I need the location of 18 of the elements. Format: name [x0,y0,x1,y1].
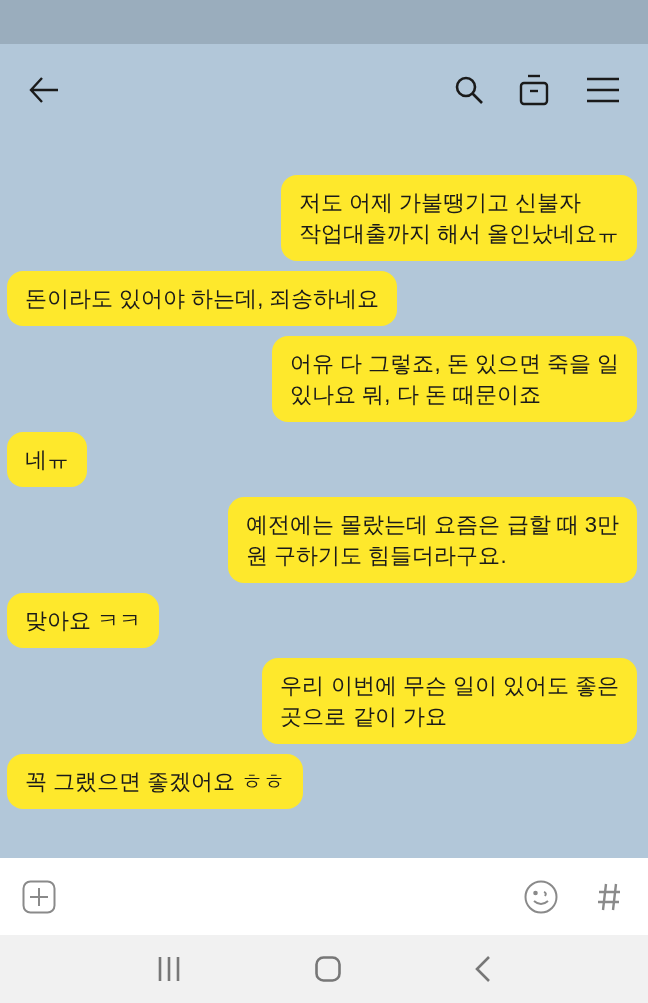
hashtag-icon[interactable] [596,881,622,912]
recent-apps-icon[interactable] [157,956,181,982]
message-bubble: 저도 어제 가불땡기고 신불자 작업대출까지 해서 올인났네요ㅠ [280,175,637,261]
emoji-icon[interactable] [524,879,558,914]
message-bubble: 어유 다 그렇죠, 돈 있으면 죽을 일 있나요 뭐, 다 돈 때문이죠 [272,336,637,422]
message-bubble: 돈이라도 있어야 하는데, 죄송하네요 [7,271,398,326]
message-bubble: 우리 이번에 무슨 일이 있어도 좋은 곳으로 같이 가요 [262,658,637,744]
message-bubble: 예전에는 몰랐는데 요즘은 급할 때 3만 원 구하기도 힘들더라구요. [228,497,637,583]
message-bubble: 꼭 그랬으면 좋겠어요 ㅎㅎ [7,754,304,809]
message-bubble: 네ㅠ [7,432,87,487]
drawer-icon[interactable] [518,73,550,106]
back-icon[interactable] [28,75,60,104]
back-nav-icon[interactable] [475,956,491,982]
search-icon[interactable] [454,74,484,105]
home-icon[interactable] [315,956,341,982]
menu-icon[interactable] [586,76,620,103]
message-bubble: 맞아요 ㅋㅋ [7,593,160,648]
plus-icon[interactable] [22,879,56,914]
